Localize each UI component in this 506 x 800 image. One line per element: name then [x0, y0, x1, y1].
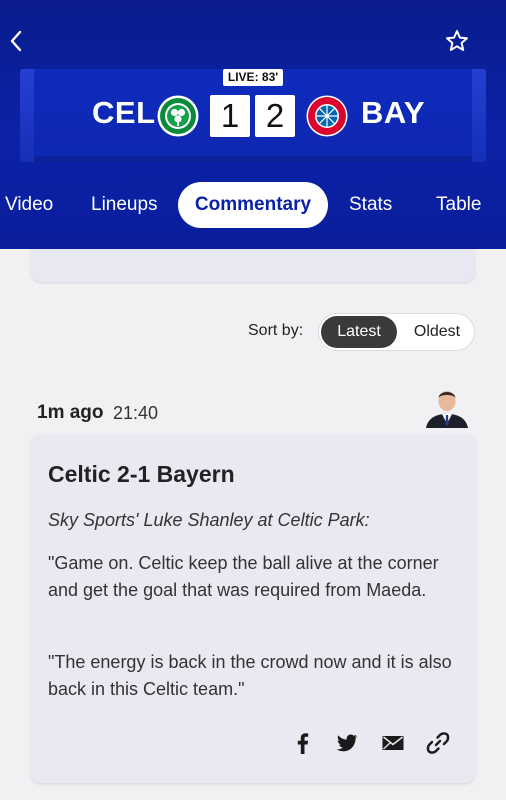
- entry-paragraph: "The energy is back in the crowd now and…: [48, 652, 452, 699]
- commentary-card: Celtic 2-1 Bayern Sky Sports' Luke Shanl…: [31, 434, 475, 783]
- favourite-button[interactable]: [444, 28, 470, 54]
- home-team-abbr: CEL: [92, 95, 156, 130]
- tab-stats[interactable]: Stats: [349, 182, 392, 228]
- star-icon: [446, 30, 468, 51]
- entry-time-ago: 1m ago: [37, 402, 104, 423]
- previous-entry-card: [31, 249, 475, 282]
- match-header: LIVE: 83' CEL 1 2 BAY Video Lineups Comm…: [0, 0, 506, 249]
- share-twitter-button[interactable]: [334, 730, 360, 756]
- share-email-button[interactable]: [380, 730, 406, 756]
- home-score: 1: [210, 95, 250, 137]
- away-score: 2: [255, 95, 295, 137]
- back-button[interactable]: [6, 28, 28, 54]
- tab-table[interactable]: Table: [436, 182, 481, 228]
- sort-label: Sort by:: [248, 322, 304, 339]
- facebook-icon: [297, 733, 309, 754]
- entry-time: 21:40: [113, 403, 159, 423]
- twitter-icon: [336, 734, 358, 752]
- entry-byline: Sky Sports' Luke Shanley at Celtic Park:: [48, 510, 370, 530]
- celtic-crest-icon: [157, 95, 199, 137]
- tab-lineups[interactable]: Lineups: [91, 182, 158, 228]
- email-icon: [382, 736, 404, 750]
- link-icon: [426, 732, 450, 754]
- entry-title: Celtic 2-1 Bayern: [48, 461, 235, 487]
- sort-oldest-button[interactable]: Oldest: [401, 316, 473, 348]
- away-team-abbr: BAY: [361, 95, 426, 130]
- author-avatar: [424, 384, 470, 428]
- live-badge: LIVE: 83': [223, 69, 283, 86]
- tab-video[interactable]: Video: [5, 182, 53, 228]
- sort-latest-button[interactable]: Latest: [321, 316, 397, 348]
- share-facebook-button[interactable]: [290, 730, 316, 756]
- tab-commentary[interactable]: Commentary: [178, 182, 328, 228]
- sort-toggle: Latest Oldest: [318, 313, 475, 351]
- share-link-button[interactable]: [425, 730, 451, 756]
- match-tabs: Video Lineups Commentary Stats Table: [0, 182, 506, 228]
- bayern-crest-icon: [306, 95, 348, 137]
- entry-paragraph: "Game on. Celtic keep the ball alive at …: [48, 553, 439, 600]
- chevron-left-icon: [10, 30, 22, 52]
